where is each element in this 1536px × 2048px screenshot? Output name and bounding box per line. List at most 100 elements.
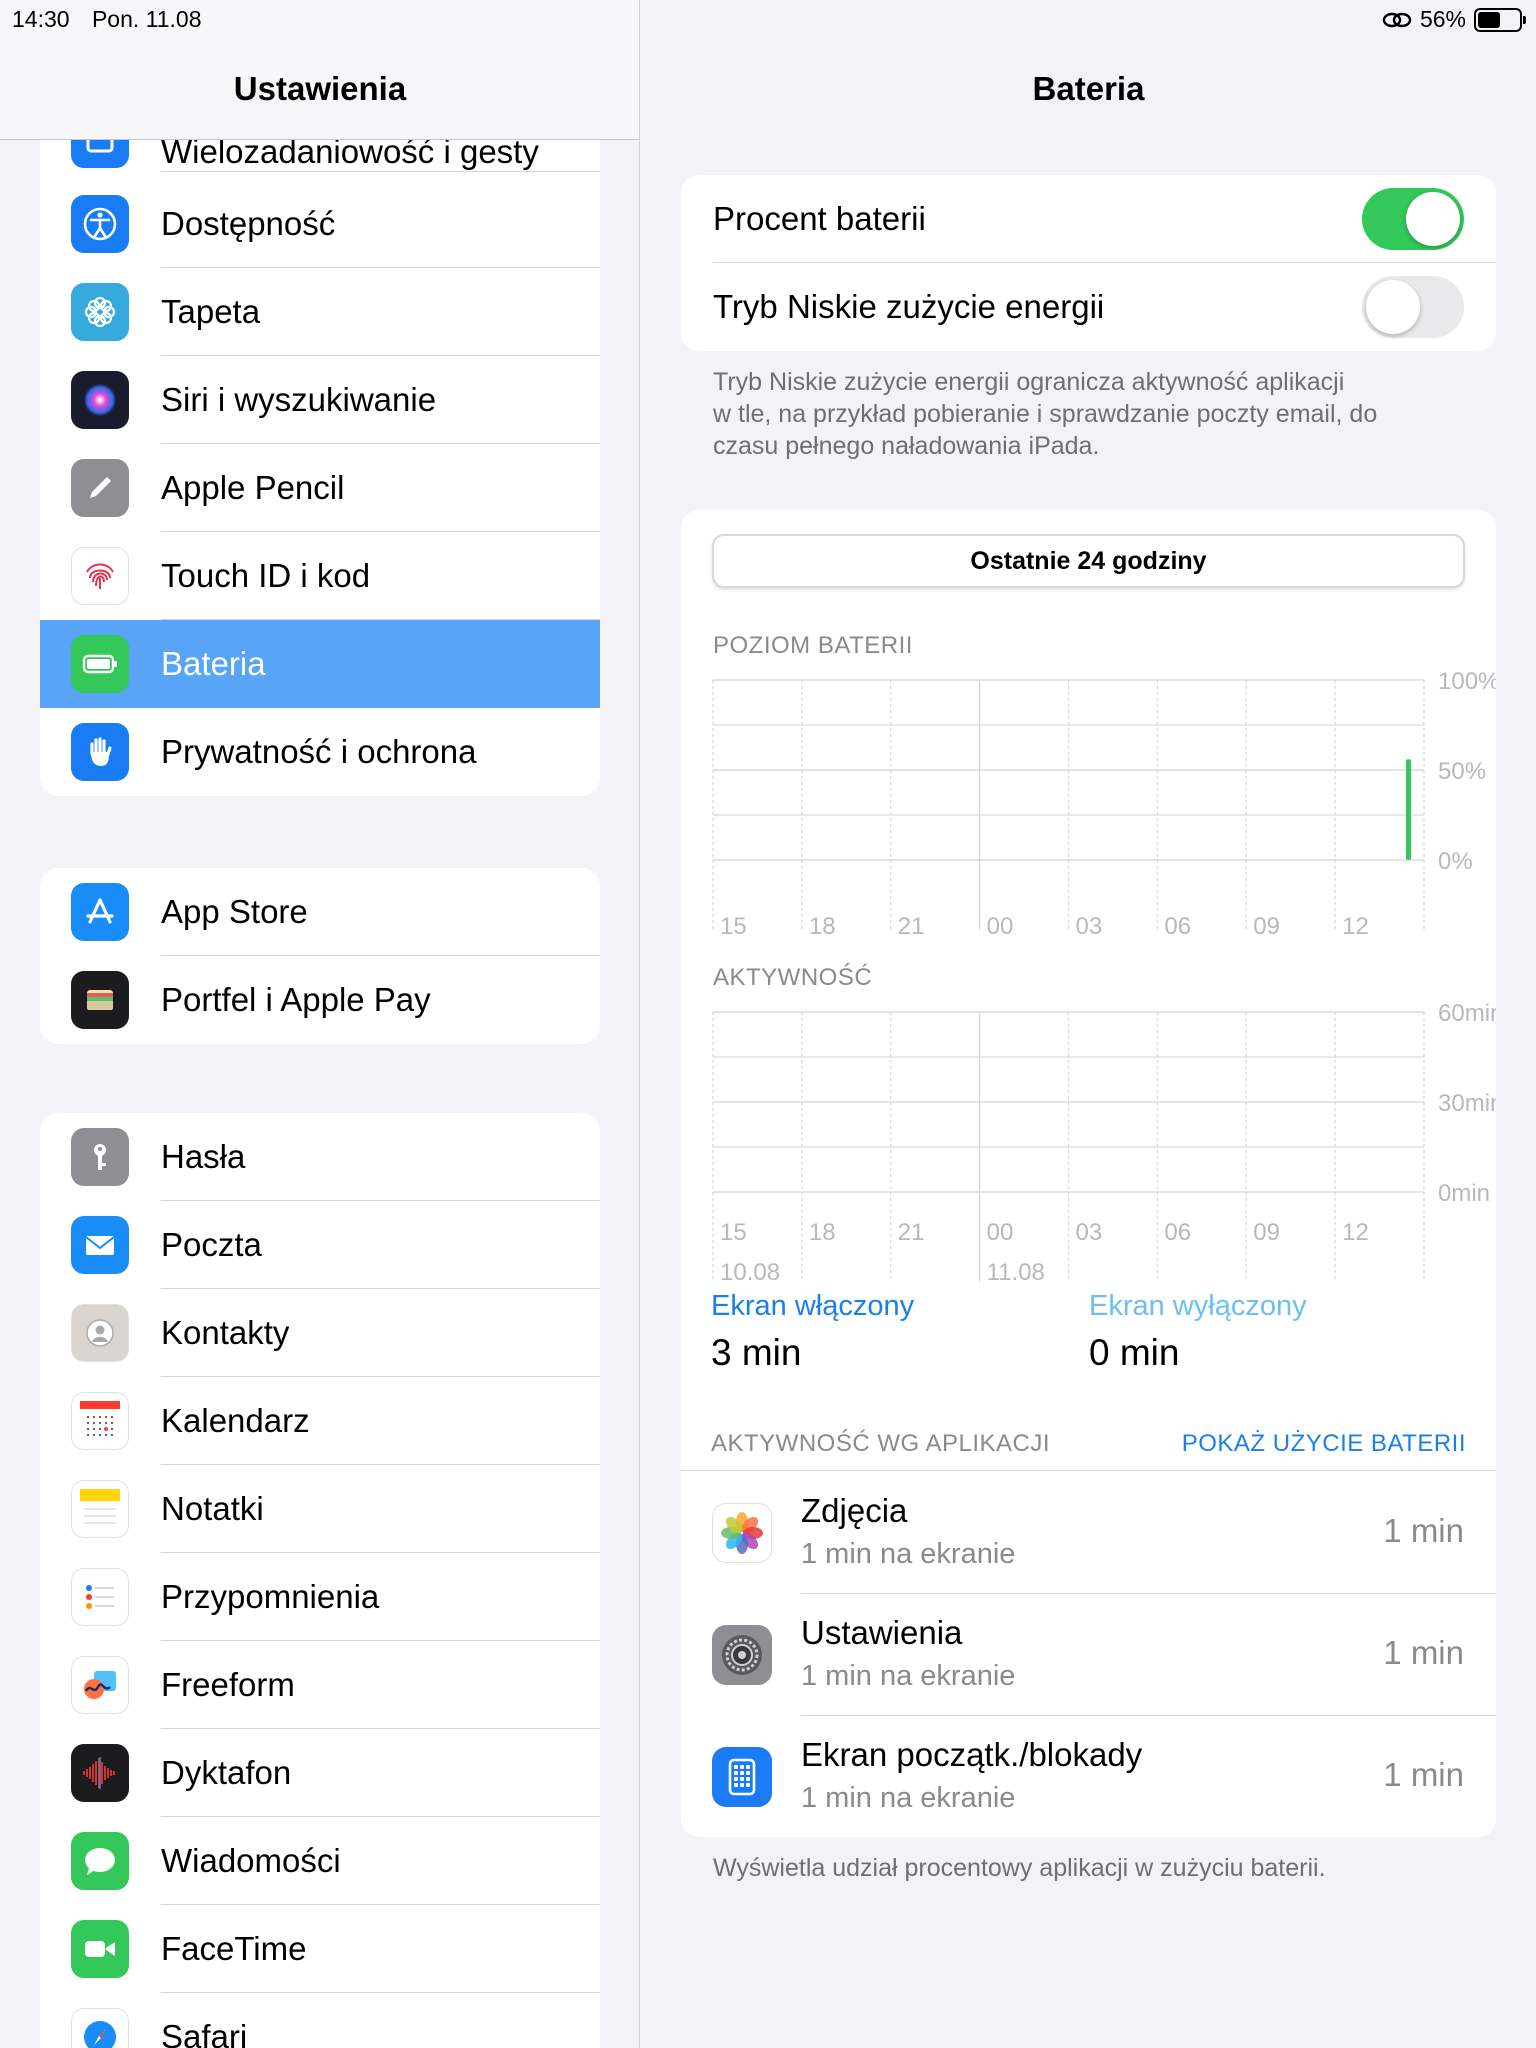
app-usage-time: 1 min	[1383, 1512, 1464, 1549]
sidebar-item-label: FaceTime	[161, 1905, 600, 1993]
sidebar-item-label: Freeform	[161, 1641, 600, 1729]
sidebar-item-dyktafon[interactable]: Dyktafon	[40, 1729, 600, 1817]
y-tick-label: 100%	[1438, 668, 1496, 695]
status-time: 14:30	[12, 6, 70, 32]
sidebar-item-label: Bateria	[161, 645, 266, 682]
sidebar-item-touch-id-i-kod[interactable]: Touch ID i kod	[40, 532, 600, 620]
sidebar-item-dostępność[interactable]: Dostępność	[40, 180, 600, 268]
app-screen-time: 1 min na ekranie	[801, 1538, 1016, 1570]
battery-percent: 56%	[1419, 6, 1466, 32]
home-lock-screen-icon	[712, 1747, 772, 1807]
status-bar: 14:30 Pon. 11.08 56%	[0, 0, 1536, 40]
safari-icon	[71, 2008, 129, 2048]
settings-gear-icon	[712, 1625, 772, 1685]
sidebar-item-label: Notatki	[161, 1465, 600, 1553]
sidebar-item-poczta[interactable]: Poczta	[40, 1201, 600, 1289]
low-power-mode-row: Tryb Niskie zużycie energii	[681, 263, 1496, 351]
settings-group-3: Hasła Poczta Kontakty Kalendarz Notatki Przyp…	[40, 1113, 600, 2048]
app-usage-row[interactable]: Ekran początk./blokady 1 min na ekranie 1 …	[681, 1716, 1496, 1838]
battery-toggles-card: Procent baterii Tryb Niskie zużycie ener…	[681, 175, 1496, 351]
x-tick-label: 12	[1342, 913, 1369, 940]
sidebar-item-apple-pencil[interactable]: Apple Pencil	[40, 444, 600, 532]
sidebar-item-przypomnienia[interactable]: Przypomnienia	[40, 1553, 600, 1641]
low-power-footnote: Tryb Niskie zużycie energii ogranicza ak…	[713, 368, 1378, 460]
sidebar-item-label: Poczta	[161, 1201, 600, 1289]
sidebar-item-label: Wiadomości	[161, 1817, 600, 1905]
x-date-label: 10.08	[720, 1259, 780, 1286]
app-usage-row[interactable]: Zdjęcia 1 min na ekranie 1 min	[681, 1472, 1496, 1594]
sidebar-item-facetime[interactable]: FaceTime	[40, 1905, 600, 1993]
sidebar-item-label: Tapeta	[161, 268, 600, 356]
sidebar-item-kalendarz[interactable]: Kalendarz	[40, 1377, 600, 1465]
x-tick-label: 03	[1076, 1219, 1103, 1246]
sidebar-item-label: Safari	[161, 2018, 248, 2048]
sidebar-item-portfel-i-apple-pay[interactable]: Portfel i Apple Pay	[40, 956, 600, 1044]
app-store-icon	[71, 883, 129, 941]
x-tick-label: 21	[898, 1219, 925, 1246]
sidebar-item-label: Dyktafon	[161, 1729, 600, 1817]
sidebar-item-siri-i-wyszukiwanie[interactable]: Siri i wyszukiwanie	[40, 356, 600, 444]
battery-percentage-toggle[interactable]	[1362, 188, 1464, 250]
sidebar-item-hasła[interactable]: Hasła	[40, 1113, 600, 1201]
sidebar-item-label: Siri i wyszukiwanie	[161, 356, 600, 444]
x-tick-label: 00	[987, 913, 1014, 940]
reminders-icon	[71, 1568, 129, 1626]
sidebar-item-bateria[interactable]: Bateria	[40, 620, 600, 708]
sidebar-item-kontakty[interactable]: Kontakty	[40, 1289, 600, 1377]
app-usage-row[interactable]: Ustawienia 1 min na ekranie 1 min	[681, 1594, 1496, 1716]
sidebar-item-notatki[interactable]: Notatki	[40, 1465, 600, 1553]
sidebar-item-prywatność-i-ochrona[interactable]: Prywatność i ochrona	[40, 708, 600, 796]
sidebar-item-freeform[interactable]: Freeform	[40, 1641, 600, 1729]
x-tick-label: 09	[1253, 913, 1280, 940]
x-tick-label: 18	[809, 1219, 836, 1246]
sidebar-title: Ustawienia	[233, 70, 407, 107]
screen-off-value: 0 min	[1089, 1332, 1180, 1373]
app-name: Ustawienia	[801, 1614, 963, 1651]
sidebar-item-safari[interactable]: Safari	[40, 1993, 600, 2048]
battery-level-caption: POZIOM BATERII	[713, 632, 913, 659]
sidebar-item-wielozadaniowość-i-gesty[interactable]: Wielozadaniowość i gesty	[40, 140, 600, 180]
sidebar-item-tapeta[interactable]: Tapeta	[40, 268, 600, 356]
show-battery-usage-link[interactable]: POKAŻ UŻYCIE BATERII	[1182, 1430, 1466, 1458]
y-tick-label: 0%	[1438, 848, 1473, 875]
sidebar-item-app-store[interactable]: App Store	[40, 868, 600, 956]
x-tick-label: 15	[720, 1219, 747, 1246]
battery-icon	[71, 635, 129, 693]
multitasking-icon	[71, 140, 129, 168]
activity-caption: AKTYWNOŚĆ	[713, 964, 873, 991]
x-tick-label: 12	[1342, 1219, 1369, 1246]
activity-chart: 15 18 21 00 03 06 09 12 10.08 11.08 60min 30min 0min	[712, 1000, 1496, 1286]
facetime-icon	[71, 1920, 129, 1978]
photos-icon	[712, 1503, 772, 1563]
x-tick-label: 18	[809, 913, 836, 940]
x-tick-label: 15	[720, 913, 747, 940]
mail-icon	[71, 1216, 129, 1274]
sidebar-item-label: App Store	[161, 868, 600, 956]
hand-icon	[71, 723, 129, 781]
battery-percentage-row: Procent baterii	[681, 175, 1496, 263]
app-name: Ekran początk./blokady	[801, 1736, 1143, 1773]
sidebar-item-label: Kalendarz	[161, 1377, 600, 1465]
low-power-mode-toggle[interactable]	[1362, 276, 1464, 338]
wallpaper-flower-icon	[71, 283, 129, 341]
sidebar-item-label: Touch ID i kod	[161, 532, 600, 620]
divider	[681, 1470, 1496, 1471]
sidebar-item-wiadomości[interactable]: Wiadomości	[40, 1817, 600, 1905]
x-tick-label: 06	[1164, 1219, 1191, 1246]
freeform-icon	[71, 1656, 129, 1714]
battery-level-bar	[1406, 759, 1411, 860]
app-usage-time: 1 min	[1383, 1756, 1464, 1793]
sidebar-item-label: Wielozadaniowość i gesty	[161, 140, 600, 172]
battery-percentage-label: Procent baterii	[713, 200, 926, 237]
y-tick-label: 0min	[1438, 1180, 1490, 1207]
accessibility-icon	[71, 195, 129, 253]
battery-detail: Bateria Procent baterii Tryb Niskie zuży…	[641, 0, 1536, 2048]
last-24h-segment[interactable]: Ostatnie 24 godziny	[712, 534, 1465, 588]
x-tick-label: 00	[987, 1219, 1014, 1246]
low-power-mode-label: Tryb Niskie zużycie energii	[713, 288, 1105, 325]
y-tick-label: 30min	[1438, 1090, 1496, 1117]
settings-sidebar: Ustawienia Wielozadaniowość i gesty Dostę…	[0, 0, 640, 2048]
x-tick-label: 21	[898, 913, 925, 940]
screen-on-label: Ekran włączony	[711, 1290, 915, 1322]
status-date: Pon. 11.08	[91, 6, 202, 32]
